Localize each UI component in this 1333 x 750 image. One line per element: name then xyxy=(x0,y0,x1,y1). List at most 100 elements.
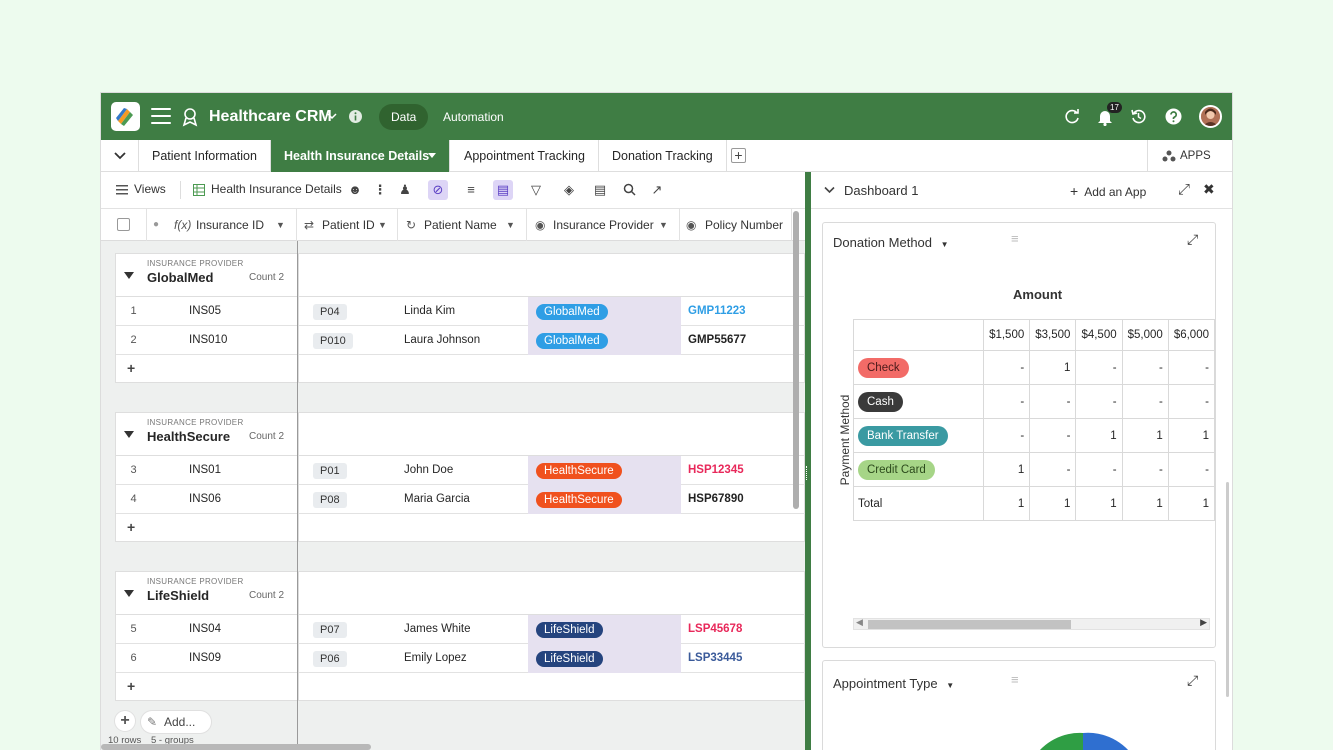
grid-vertical-scrollbar[interactable] xyxy=(793,211,799,509)
collapse-group-icon[interactable] xyxy=(124,590,134,597)
expand-card-icon[interactable]: ⤢ xyxy=(1187,231,1198,248)
history-icon[interactable] xyxy=(1130,108,1147,125)
patient-name-cell[interactable]: Laura Johnson xyxy=(404,326,529,355)
drag-handle-icon[interactable]: ≡ xyxy=(1011,672,1019,687)
policy-number-cell[interactable]: GMP55677 xyxy=(688,326,798,355)
patient-name-cell[interactable]: Emily Lopez xyxy=(404,644,529,673)
patient-id-cell[interactable]: P06 xyxy=(306,644,406,673)
column-insurance-provider[interactable]: ◉ Insurance Provider ▼ xyxy=(527,209,680,241)
more-options-icon[interactable]: ⋮ xyxy=(370,180,390,200)
patient-name-cell[interactable]: Maria Garcia xyxy=(404,485,529,514)
views-button[interactable]: Views xyxy=(134,182,166,196)
automation-tab-button[interactable]: Automation xyxy=(431,104,516,130)
filter-icon[interactable]: ▽ xyxy=(526,180,546,200)
select-all-checkbox[interactable] xyxy=(117,218,130,231)
card-title[interactable]: Appointment Type ▼ xyxy=(833,676,954,691)
table-row[interactable]: 6 INS09 P06 Emily Lopez LifeShield LSP33445 xyxy=(116,644,806,673)
collapse-group-icon[interactable] xyxy=(124,431,134,438)
insurance-id-cell[interactable]: INS010 xyxy=(189,326,309,355)
patient-id-cell[interactable]: P04 xyxy=(306,297,406,326)
policy-number-cell[interactable]: GMP11223 xyxy=(688,297,798,326)
patient-id-cell[interactable]: P08 xyxy=(306,485,406,514)
card-horizontal-scrollbar[interactable]: ◀ ▶ xyxy=(853,617,1210,630)
insurance-id-cell[interactable]: INS01 xyxy=(189,456,309,485)
collaborators-icon[interactable]: ☻ xyxy=(345,180,365,200)
expand-card-icon[interactable]: ⤢ xyxy=(1187,672,1198,689)
column-menu-icon[interactable]: ▼ xyxy=(276,209,285,241)
add-row-button[interactable]: + xyxy=(116,355,806,384)
insurance-provider-cell[interactable]: HealthSecure xyxy=(528,456,681,485)
column-menu-icon[interactable]: ▼ xyxy=(506,209,515,241)
apps-button[interactable]: APPS xyxy=(1147,140,1232,172)
patient-name-cell[interactable]: John Doe xyxy=(404,456,529,485)
insurance-provider-cell[interactable]: HealthSecure xyxy=(528,485,681,514)
info-icon[interactable] xyxy=(348,109,363,124)
menu-icon[interactable] xyxy=(151,108,171,124)
table-row[interactable]: 1 INS05 P04 Linda Kim GlobalMed GMP11223 xyxy=(116,297,806,326)
scroll-left-icon[interactable]: ◀ xyxy=(856,617,863,628)
table-row[interactable]: 2 INS010 P010 Laura Johnson GlobalMed GMP5567… xyxy=(116,326,806,355)
insurance-id-cell[interactable]: INS06 xyxy=(189,485,309,514)
collapse-group-icon[interactable] xyxy=(124,272,134,279)
expand-panel-icon[interactable]: ⤢ xyxy=(1178,181,1190,198)
app-logo-icon[interactable] xyxy=(111,102,140,131)
field-settings-icon[interactable]: ≡ xyxy=(461,180,481,200)
add-row-button[interactable]: + xyxy=(116,514,806,543)
insurance-id-cell[interactable]: INS04 xyxy=(189,615,309,644)
drag-handle-icon[interactable]: ≡ xyxy=(1011,231,1019,246)
insurance-id-cell[interactable]: INS05 xyxy=(189,297,309,326)
insurance-provider-cell[interactable]: LifeShield xyxy=(528,615,681,644)
close-panel-icon[interactable]: ✖ xyxy=(1203,181,1215,198)
search-icon[interactable] xyxy=(619,180,639,200)
add-row-button[interactable]: + xyxy=(116,673,806,702)
policy-number-cell[interactable]: LSP45678 xyxy=(688,615,798,644)
patient-id-cell[interactable]: P07 xyxy=(306,615,406,644)
tab-patient-information[interactable]: Patient Information xyxy=(139,140,271,172)
column-patient-id[interactable]: ⇄ Patient ID ▼ xyxy=(297,209,398,241)
scroll-right-icon[interactable]: ▶ xyxy=(1200,617,1207,628)
patient-id-cell[interactable]: P01 xyxy=(306,456,406,485)
dashboard-title[interactable]: Dashboard 1 xyxy=(844,183,918,198)
column-menu-icon[interactable]: ▼ xyxy=(659,209,668,241)
patient-id-cell[interactable]: P010 xyxy=(306,326,406,355)
column-policy-number[interactable]: ◉ Policy Number xyxy=(680,209,792,241)
card-title[interactable]: Donation Method ▼ xyxy=(833,235,949,250)
hide-fields-icon[interactable]: ⊘ xyxy=(428,180,448,200)
views-icon[interactable] xyxy=(116,185,128,195)
add-tab-button[interactable]: + xyxy=(731,148,746,163)
user-avatar[interactable] xyxy=(1199,105,1222,128)
share-icon[interactable]: ↗ xyxy=(647,180,667,200)
insurance-id-cell[interactable]: INS09 xyxy=(189,644,309,673)
insurance-provider-cell[interactable]: GlobalMed xyxy=(528,297,681,326)
row-height-icon[interactable]: ▤ xyxy=(590,180,610,200)
row-group-icon[interactable]: ♟ xyxy=(395,180,415,200)
add-record-button[interactable]: + xyxy=(115,711,135,731)
grid-horizontal-scrollbar[interactable] xyxy=(101,744,371,750)
scroll-thumb[interactable] xyxy=(868,620,1071,629)
refresh-icon[interactable] xyxy=(1064,108,1081,125)
column-patient-name[interactable]: ↻ Patient Name ▼ xyxy=(398,209,527,241)
column-menu-icon[interactable]: ▼ xyxy=(378,209,387,241)
column-insurance-id[interactable]: ● f(x) Insurance ID ▼ xyxy=(147,209,297,241)
chevron-down-icon[interactable] xyxy=(824,186,835,194)
patient-name-cell[interactable]: Linda Kim xyxy=(404,297,529,326)
tabs-collapse-button[interactable] xyxy=(101,140,139,172)
table-row[interactable]: 5 INS04 P07 James White LifeShield LSP45678 xyxy=(116,615,806,644)
add-menu-button[interactable]: ✎ Add... xyxy=(141,711,211,733)
chevron-down-icon[interactable] xyxy=(327,112,337,120)
data-tab-button[interactable]: Data xyxy=(379,104,429,130)
table-row[interactable]: 3 INS01 P01 John Doe HealthSecure HSP12345 xyxy=(116,456,806,485)
insurance-provider-cell[interactable]: LifeShield xyxy=(528,644,681,673)
tab-donation-tracking[interactable]: Donation Tracking xyxy=(599,140,727,172)
group-header[interactable]: INSURANCE PROVIDER LifeShield Count 2 xyxy=(116,572,806,615)
table-view-name[interactable]: Health Insurance Details xyxy=(211,182,342,196)
color-fill-icon[interactable]: ◈ xyxy=(559,180,579,200)
policy-number-cell[interactable]: LSP33445 xyxy=(688,644,798,673)
policy-number-cell[interactable]: HSP12345 xyxy=(688,456,798,485)
help-icon[interactable] xyxy=(1165,108,1182,125)
panel-vertical-scrollbar[interactable] xyxy=(1226,482,1229,697)
tab-appointment-tracking[interactable]: Appointment Tracking xyxy=(451,140,599,172)
app-title[interactable]: Healthcare CRM xyxy=(209,108,332,126)
group-by-icon[interactable]: ▤ xyxy=(493,180,513,200)
policy-number-cell[interactable]: HSP67890 xyxy=(688,485,798,514)
